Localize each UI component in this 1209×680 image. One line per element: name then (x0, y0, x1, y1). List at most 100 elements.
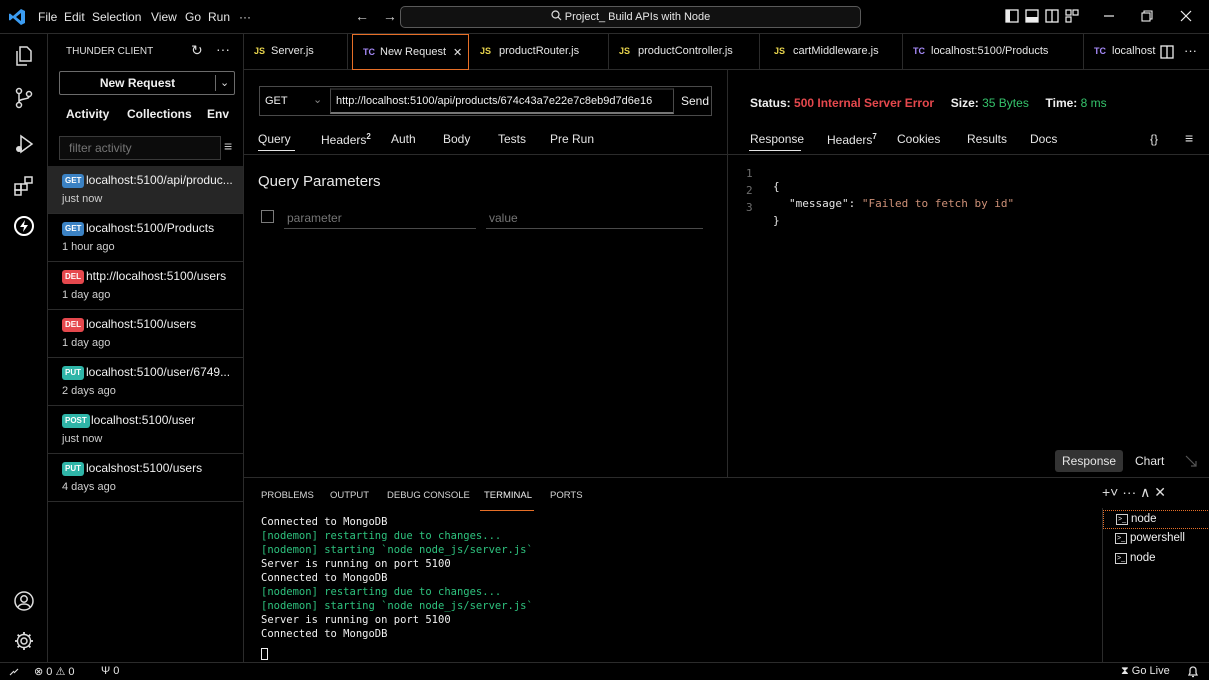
restore-icon[interactable] (1136, 6, 1158, 26)
remote-icon[interactable] (8, 666, 20, 678)
line-number: 3 (746, 201, 753, 214)
activity-item[interactable]: PUT localshost:5100/users 4 days ago (48, 454, 243, 502)
tab-output[interactable]: OUTPUT (330, 490, 369, 501)
method-select[interactable]: GET (265, 95, 288, 107)
tab-terminal[interactable]: TERMINAL (484, 490, 532, 501)
toggle-primary-sidebar-icon[interactable] (1001, 6, 1023, 26)
format-json-button[interactable]: {} (1150, 132, 1158, 146)
new-request-button[interactable]: New Request ⌄ (59, 71, 235, 95)
customize-layout-icon[interactable] (1061, 6, 1083, 26)
chevron-down-icon[interactable]: ⌄ (220, 76, 229, 89)
tab-query[interactable]: Query (258, 132, 291, 146)
broadcast-icon: Ψ (101, 665, 111, 677)
split-editor-icon[interactable] (1159, 44, 1175, 60)
notifications-bell-icon[interactable] (1186, 665, 1200, 678)
terminal-entry-node[interactable]: >_ node (1103, 550, 1209, 569)
close-window-icon[interactable] (1175, 6, 1197, 26)
activity-item[interactable]: PUT localhost:5100/user/6749... 2 days a… (48, 358, 243, 406)
js-file-icon: JS (254, 46, 266, 56)
tab-product-router[interactable]: JS productRouter.js (470, 34, 609, 70)
filter-activity-input[interactable] (59, 136, 221, 160)
tab-response-headers[interactable]: Headers7 (827, 132, 877, 147)
explorer-icon[interactable] (12, 44, 36, 68)
time-label: Time: (1045, 96, 1078, 110)
activity-item[interactable]: DEL localhost:5100/users 1 day ago (48, 310, 243, 358)
tab-response[interactable]: Response (750, 132, 804, 146)
expand-icon[interactable] (1184, 454, 1198, 468)
tab-debug-console[interactable]: DEBUG CONSOLE (387, 490, 470, 501)
parameter-checkbox[interactable] (261, 210, 274, 223)
extensions-icon[interactable] (12, 174, 36, 198)
tab-docs[interactable]: Docs (1030, 132, 1057, 146)
toggle-panel-icon[interactable] (1021, 6, 1043, 26)
chevron-down-icon[interactable]: ⌄ (313, 93, 322, 106)
url-input[interactable] (330, 88, 674, 114)
tab-headers[interactable]: Headers2 (321, 132, 371, 147)
tab-cookies[interactable]: Cookies (897, 132, 940, 146)
activity-item[interactable]: GET localhost:5100/api/produc... just no… (48, 166, 243, 214)
activity-url: localhost:5100/user (91, 413, 196, 427)
value-input[interactable] (486, 207, 703, 229)
more-actions-icon[interactable]: ··· (216, 41, 230, 57)
close-tab-icon[interactable]: ✕ (453, 46, 462, 59)
response-panel: Status: 500 Internal Server Error Size: … (728, 70, 1209, 477)
nav-forward-button[interactable]: → (383, 8, 397, 24)
activity-url: localhost:5100/users (86, 317, 197, 331)
menu-run[interactable]: Run (208, 10, 230, 24)
terminal-entry-powershell[interactable]: >_ powershell (1103, 530, 1209, 549)
menu-go[interactable]: Go (185, 10, 201, 24)
tab-problems[interactable]: PROBLEMS (261, 490, 314, 501)
account-icon[interactable] (12, 589, 36, 613)
menu-more[interactable]: ··· (239, 10, 251, 24)
tab-localhost-products[interactable]: TC localhost:5100/Products (903, 34, 1084, 70)
tab-localhost[interactable]: TC localhost: (1084, 34, 1156, 70)
problems-status[interactable]: ⊗ 0 ⚠ 0 (34, 665, 75, 678)
terminal-name: powershell (1130, 532, 1185, 544)
nav-back-button[interactable]: ← (355, 8, 369, 24)
parameter-input[interactable] (284, 207, 476, 229)
tab-product-controller[interactable]: JS productController.js (609, 34, 760, 70)
tab-ports[interactable]: PORTS (550, 490, 583, 501)
chart-view-toggle[interactable]: Chart (1135, 454, 1164, 468)
menu-selection[interactable]: Selection (92, 10, 141, 24)
run-debug-icon[interactable] (12, 132, 36, 156)
manage-gear-icon[interactable] (12, 629, 36, 653)
ports-status[interactable]: Ψ 0 (101, 665, 119, 677)
tab-tests[interactable]: Tests (498, 132, 526, 146)
send-button[interactable]: Send (677, 87, 713, 115)
tab-cart-middleware[interactable]: JS cartMiddleware.js (760, 34, 903, 70)
tab-activity[interactable]: Activity (66, 107, 109, 121)
command-center-search[interactable]: Project_ Build APIs with Node (400, 6, 861, 28)
terminal-name: node (1131, 513, 1157, 525)
activity-item[interactable]: POST localhost:5100/user just now (48, 406, 243, 454)
activity-item[interactable]: GET localhost:5100/Products 1 hour ago (48, 214, 243, 262)
toggle-secondary-sidebar-icon[interactable] (1041, 6, 1063, 26)
tab-auth[interactable]: Auth (391, 132, 416, 146)
menu-view[interactable]: View (151, 10, 177, 24)
menu-edit[interactable]: Edit (64, 10, 85, 24)
tab-new-request[interactable]: TC New Request ✕ (352, 34, 469, 70)
tab-body[interactable]: Body (443, 132, 470, 146)
filter-menu-icon[interactable]: ≡ (224, 138, 232, 154)
response-view-toggle[interactable]: Response (1055, 450, 1124, 472)
tab-pre-run[interactable]: Pre Run (550, 132, 594, 146)
thunder-client-icon[interactable] (12, 214, 36, 238)
menu-file[interactable]: File (38, 10, 57, 24)
tab-collections[interactable]: Collections (127, 107, 192, 121)
activity-item[interactable]: DEL http://localhost:5100/users 1 day ag… (48, 262, 243, 310)
activity-time: just now (62, 193, 103, 205)
refresh-icon[interactable]: ↻ (191, 42, 203, 59)
panel-actions[interactable]: +˅ ··· ∧ ✕ (1102, 484, 1166, 501)
tab-results[interactable]: Results (967, 132, 1007, 146)
activity-time: just now (62, 433, 103, 445)
new-request-label: New Request (99, 76, 176, 90)
go-live-button[interactable]: ⧗ Go Live (1121, 665, 1170, 678)
activity-url: localhost:5100/api/produc... (86, 173, 233, 187)
minimize-icon[interactable] (1098, 6, 1120, 26)
terminal-entry-node[interactable]: >_ node (1103, 510, 1209, 529)
tab-server-js[interactable]: JS Server.js (244, 34, 348, 70)
source-control-icon[interactable] (12, 86, 36, 110)
tab-env[interactable]: Env (207, 107, 229, 121)
response-menu-icon[interactable]: ≡ (1185, 130, 1193, 146)
editor-more-icon[interactable]: ··· (1184, 43, 1197, 58)
